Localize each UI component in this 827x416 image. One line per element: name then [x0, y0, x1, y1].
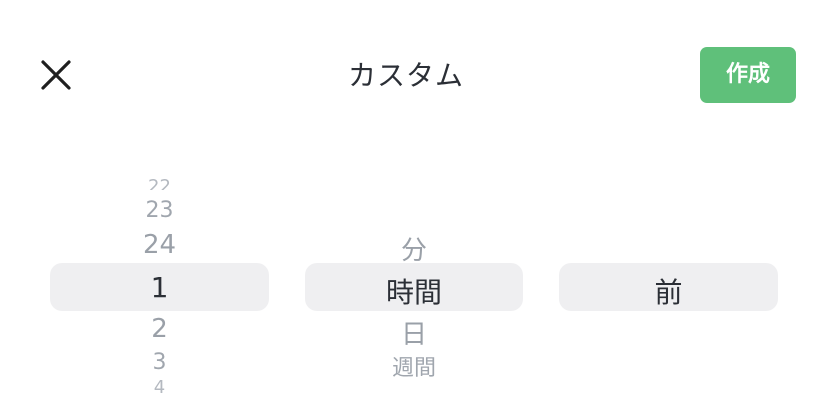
amount-option[interactable]: 2	[50, 314, 269, 344]
create-button[interactable]: 作成	[700, 47, 796, 103]
amount-wheel[interactable]: 22 23 24 1 2 3 4	[50, 150, 269, 416]
header: カスタム 作成	[0, 0, 827, 150]
amount-option[interactable]: 23	[50, 198, 269, 223]
unit-option[interactable]: 週間	[305, 350, 523, 382]
page-title: カスタム	[347, 59, 464, 92]
unit-wheel[interactable]: 分 時間 日 週間	[305, 150, 523, 416]
unit-option-selected[interactable]: 時間	[305, 271, 523, 311]
unit-option[interactable]: 日	[305, 314, 523, 351]
time-picker: 22 23 24 1 2 3 4 分 時間 日 週間 前	[0, 150, 827, 416]
amount-option[interactable]: 3	[50, 350, 269, 375]
custom-reminder-sheet: カスタム 作成 22 23 24 1 2 3 4 分 時間 日 週間 前	[0, 0, 827, 416]
amount-option[interactable]: 4	[50, 377, 269, 395]
amount-option-selected[interactable]: 1	[50, 271, 269, 304]
direction-wheel[interactable]: 前	[559, 150, 778, 416]
amount-option[interactable]: 22	[50, 176, 269, 190]
direction-option-selected[interactable]: 前	[559, 271, 778, 311]
unit-option[interactable]: 分	[305, 230, 523, 267]
amount-option[interactable]: 24	[50, 230, 269, 260]
